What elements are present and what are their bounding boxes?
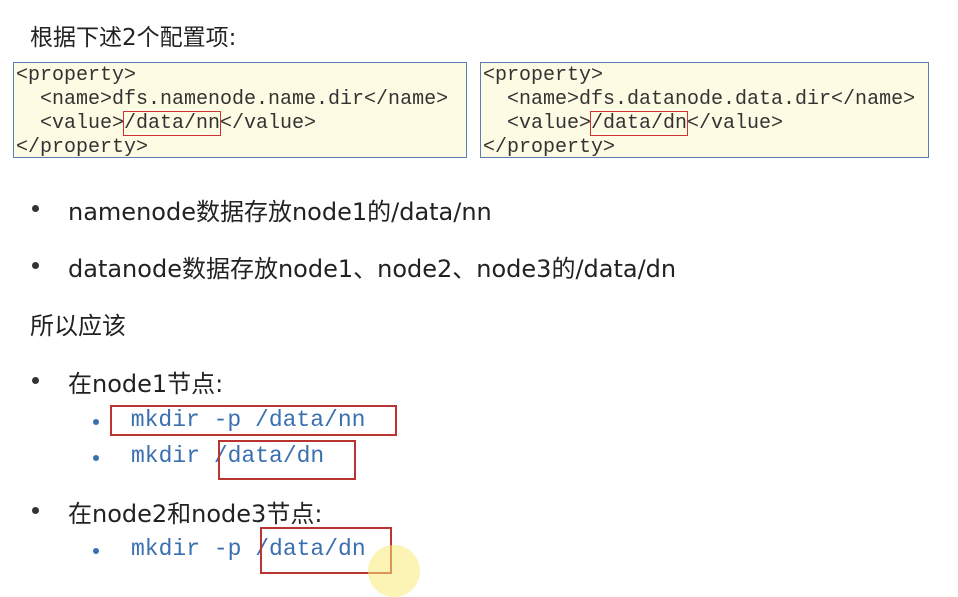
highlight-box — [218, 440, 356, 480]
bullet-icon — [32, 507, 39, 514]
bullet-namenode: namenode数据存放node1的/data/nn — [68, 198, 492, 226]
code-line: <property> — [483, 64, 604, 87]
code-line: <name>dfs.namenode.name.dir</name> — [16, 88, 449, 111]
bullet-datanode: datanode数据存放node1、node2、node3的/data/dn — [68, 255, 677, 283]
code-text: <value> — [16, 112, 125, 135]
code-line: <name>dfs.datanode.data.dir</name> — [483, 88, 916, 111]
code-text: </value> — [687, 112, 784, 135]
config-datanode: <property> <name>dfs.datanode.data.dir</… — [480, 62, 929, 159]
bullet-icon — [93, 419, 99, 425]
code-line: </property> — [16, 136, 149, 159]
code-text: </value> — [220, 112, 317, 135]
node23-label: 在node2和node3节点: — [68, 500, 323, 528]
code-line: <value>/data/nn</value> — [16, 111, 466, 136]
bullet-icon — [93, 455, 99, 461]
code-text: <value> — [483, 112, 592, 135]
highlight-box — [110, 405, 397, 436]
highlighted-value: /data/dn — [590, 111, 689, 136]
bullet-icon — [32, 205, 39, 212]
slide-title: 根据下述2个配置项: — [30, 25, 237, 51]
conclusion-text: 所以应该 — [30, 312, 126, 340]
code-line: </property> — [483, 136, 616, 159]
code-line: <value>/data/dn</value> — [483, 111, 928, 136]
highlighted-value: /data/nn — [123, 111, 222, 136]
bullet-icon — [32, 262, 39, 269]
bullet-icon — [93, 548, 99, 554]
config-namenode: <property> <name>dfs.namenode.name.dir</… — [13, 62, 467, 159]
bullet-icon — [32, 377, 39, 384]
cursor-highlight — [368, 545, 420, 597]
code-line: <property> — [16, 64, 137, 87]
node1-label: 在node1节点: — [68, 370, 224, 398]
